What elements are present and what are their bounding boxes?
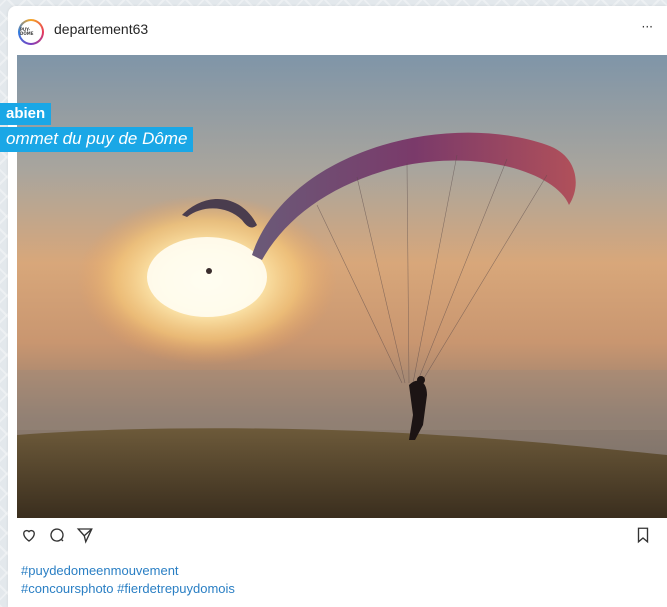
photo-caption-location: ommet du puy de Dôme [0,127,194,152]
instagram-post-card: PUY-DÔME departement63 ··· abien ommet d… [0,6,667,607]
photo-caption-name: abien [0,103,52,125]
paragliding-sunset-image [17,55,667,518]
bookmark-icon[interactable] [635,526,657,548]
heart-icon[interactable] [20,526,42,548]
post-hashtags: #puydedomeenmouvement #concoursphoto #fi… [21,562,621,598]
post-photo[interactable] [17,55,667,518]
hashtag-line[interactable]: #concoursphoto #fierdetrepuydomois [21,580,621,598]
post-actions-bar [8,526,667,556]
puy-de-dome-logo-icon: PUY-DÔME [20,21,42,43]
comment-icon[interactable] [48,526,70,548]
username-link[interactable]: departement63 [54,21,148,37]
hashtag-line[interactable]: #puydedomeenmouvement [21,562,621,580]
more-options-button[interactable]: ··· [642,20,653,34]
avatar[interactable]: PUY-DÔME [18,19,44,45]
post-header: PUY-DÔME departement63 ··· [8,6,667,56]
send-icon[interactable] [76,526,98,548]
